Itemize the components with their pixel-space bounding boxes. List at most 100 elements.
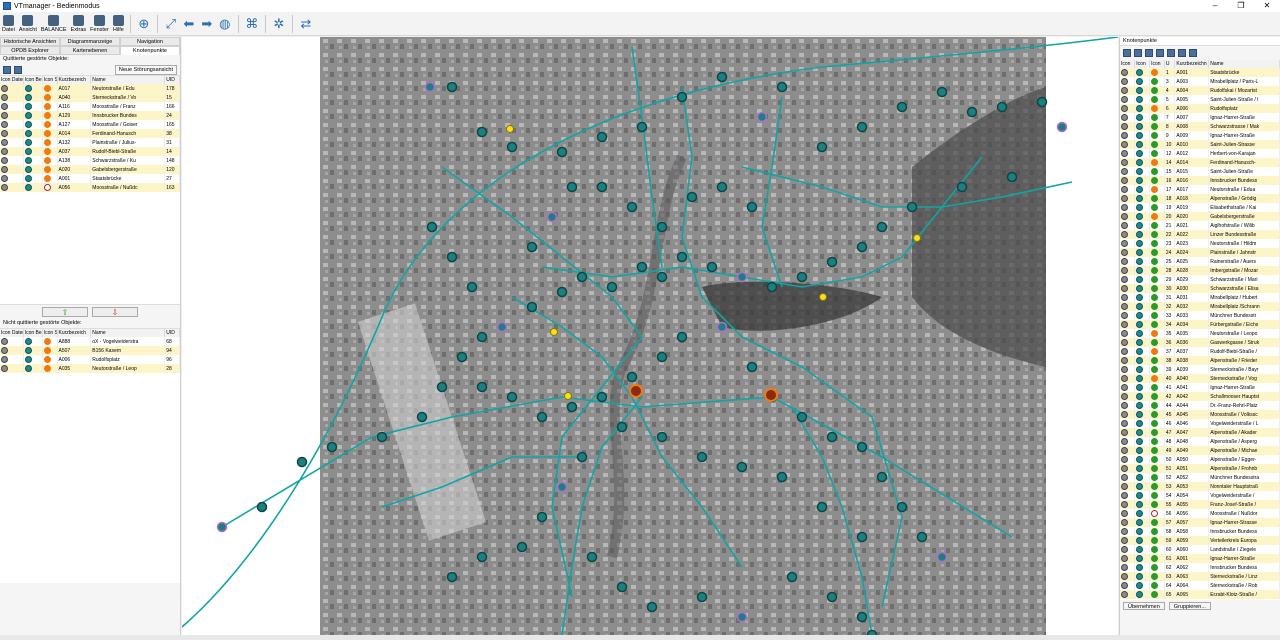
junction-marker[interactable] — [746, 201, 758, 213]
junction-marker[interactable] — [856, 121, 868, 133]
filter-icon[interactable] — [14, 65, 22, 74]
junction-marker[interactable] — [596, 181, 608, 193]
export-icon[interactable] — [1167, 49, 1175, 57]
junction-marker[interactable] — [676, 91, 688, 103]
settings-icon[interactable]: ✲ — [270, 14, 288, 34]
table-row[interactable]: 31 A031 Mirabellplatz / Hubert — [1120, 293, 1280, 302]
column-header[interactable]: Icon Dateria — [0, 76, 24, 84]
yellow-junction-marker[interactable] — [913, 234, 921, 242]
table-row[interactable]: 40 A040 Sterneckstraße / Vog — [1120, 374, 1280, 383]
junction-marker[interactable] — [736, 271, 748, 283]
junction-marker[interactable] — [686, 191, 698, 203]
map-canvas[interactable] — [181, 36, 1119, 640]
table-row[interactable]: 3 A003 Mirabellplatz / Paris-L — [1120, 77, 1280, 86]
table-row[interactable]: 15 A015 Saint-Julien-Straße — [1120, 167, 1280, 176]
table-row[interactable]: A020 Gabelsbergerstraße 120 — [0, 165, 180, 174]
column-header[interactable]: Icon Be — [23, 76, 43, 84]
tab-navigation[interactable]: Navigation — [120, 37, 180, 46]
junction-marker[interactable] — [716, 71, 728, 83]
junction-marker[interactable] — [566, 401, 578, 413]
junction-marker[interactable] — [596, 391, 608, 403]
junction-marker[interactable] — [586, 551, 598, 563]
table-row[interactable]: 49 A049 Alpenstraße / Michae — [1120, 446, 1280, 455]
junction-marker[interactable] — [676, 251, 688, 263]
column-header[interactable]: Name — [1208, 60, 1280, 68]
table-row[interactable]: 10 A010 Saint-Julien-Strasse — [1120, 140, 1280, 149]
refresh-icon[interactable] — [1156, 49, 1164, 57]
junction-marker[interactable] — [896, 101, 908, 113]
junction-marker[interactable] — [736, 611, 748, 623]
junction-marker[interactable] — [616, 581, 628, 593]
junction-marker[interactable] — [416, 411, 428, 423]
tab-opdb-explorer[interactable]: OPDB Explorer — [0, 46, 60, 55]
table-row[interactable]: 38 A038 Alpenstraße / Frieder — [1120, 356, 1280, 365]
column-header[interactable]: Name — [90, 329, 166, 337]
table-row[interactable]: 14 A014 Ferdinand-Hanusch- — [1120, 158, 1280, 167]
table-row[interactable]: 20 A020 Gabelsbergerstraße — [1120, 212, 1280, 221]
junction-marker[interactable] — [626, 371, 638, 383]
table-row[interactable]: 58 A058 Innsbrucker Bundess — [1120, 527, 1280, 536]
junction-marker[interactable] — [646, 601, 658, 613]
faulty-junction-marker[interactable] — [629, 384, 643, 398]
add-icon[interactable] — [1123, 49, 1131, 57]
junction-marker[interactable] — [696, 451, 708, 463]
yellow-junction-marker[interactable] — [564, 392, 572, 400]
junction-marker[interactable] — [756, 111, 768, 123]
junction-marker[interactable] — [776, 81, 788, 93]
menu-balance-button[interactable]: BALANCE — [39, 13, 69, 35]
table-row[interactable]: 30 A030 Schwarzstraße / Elisa — [1120, 284, 1280, 293]
junction-marker[interactable] — [826, 256, 838, 268]
junction-marker[interactable] — [216, 521, 228, 533]
menu-extras-button[interactable]: Extras — [69, 13, 89, 35]
junction-marker[interactable] — [786, 571, 798, 583]
junction-marker[interactable] — [656, 351, 668, 363]
column-header[interactable]: Icon S — [42, 329, 58, 337]
table-row[interactable]: 45 A045 Moosstraße / Volkssc — [1120, 410, 1280, 419]
delete-icon[interactable] — [1145, 49, 1153, 57]
junction-marker[interactable] — [1056, 121, 1068, 133]
table-row[interactable]: A001 Staatsbrücke 27 — [0, 174, 180, 183]
column-header[interactable]: Icon Be — [23, 329, 43, 337]
table-row[interactable]: A888 oX - Vogelweiderstra 68 — [0, 337, 180, 346]
table-row[interactable]: 56 A056 Moosstraße / Nußdor — [1120, 509, 1280, 518]
table-row[interactable]: 55 A055 Franz-Josef-Straße / — [1120, 500, 1280, 509]
junction-marker[interactable] — [436, 381, 448, 393]
junction-marker[interactable] — [256, 501, 268, 513]
table-row[interactable]: A006 Rudolfsplatz 96 — [0, 355, 180, 364]
table-row[interactable]: A138 Schwarzstraße / Ku 148 — [0, 156, 180, 165]
junction-marker[interactable] — [656, 431, 668, 443]
menu-fenster-button[interactable]: Fenster — [88, 13, 111, 35]
column-header[interactable]: Icon — [1120, 60, 1136, 68]
junction-marker[interactable] — [424, 81, 436, 93]
table-row[interactable]: 1 A001 Staatsbrücke — [1120, 68, 1280, 77]
table-row[interactable]: 62 A062 Innsbrucker Bundess — [1120, 563, 1280, 572]
move-down-button[interactable]: ⇩ — [92, 307, 138, 317]
table-row[interactable]: 23 A023 Neutorstraße / Hildm — [1120, 239, 1280, 248]
junction-marker[interactable] — [816, 501, 828, 513]
table-row[interactable]: 4 A004 Rudolfskai / Mozartst — [1120, 86, 1280, 95]
junction-marker[interactable] — [526, 241, 538, 253]
yellow-junction-marker[interactable] — [550, 328, 558, 336]
junction-marker[interactable] — [636, 121, 648, 133]
junction-marker[interactable] — [536, 511, 548, 523]
junction-marker[interactable] — [476, 126, 488, 138]
table-row[interactable]: A040 Sterneckstraße / Vo 15 — [0, 93, 180, 102]
table-row[interactable]: 34 A034 Fürbergstraße / Eichs — [1120, 320, 1280, 329]
table-row[interactable]: 7 A007 Ignaz-Harrer-Straße — [1120, 113, 1280, 122]
table-row[interactable]: 51 A051 Alpenstraße / Frohnb — [1120, 464, 1280, 473]
column-header[interactable]: Icon S — [42, 76, 58, 84]
menu-hilfe-button[interactable]: Hilfe — [111, 13, 126, 35]
table-row[interactable]: 32 A032 Mirabellplatz /Schrann — [1120, 302, 1280, 311]
junction-marker[interactable] — [566, 181, 578, 193]
faulty-junction-marker[interactable] — [764, 388, 778, 402]
table-row[interactable]: 44 A044 Dr.-Franz-Rehrl-Platz — [1120, 401, 1280, 410]
junction-marker[interactable] — [776, 471, 788, 483]
junction-marker[interactable] — [746, 361, 758, 373]
junction-marker[interactable] — [376, 431, 388, 443]
junction-marker[interactable] — [796, 271, 808, 283]
junction-marker[interactable] — [716, 321, 728, 333]
table-row[interactable]: A116 Moosstraße / Franz 166 — [0, 102, 180, 111]
table-row[interactable]: 50 A050 Alpenstraße / Egger- — [1120, 455, 1280, 464]
table-row[interactable]: 47 A047 Alpenstraße / Akader — [1120, 428, 1280, 437]
junction-marker[interactable] — [556, 286, 568, 298]
